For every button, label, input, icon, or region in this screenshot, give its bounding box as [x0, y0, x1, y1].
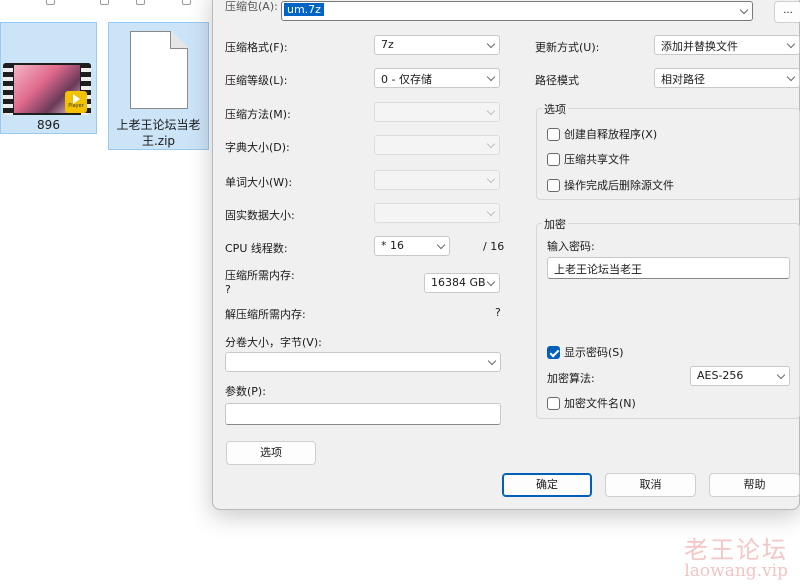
- parameters-label: 参数(P):: [225, 385, 266, 398]
- file-explorer: Player 896 上老王论坛当老王.zip: [0, 0, 212, 585]
- help-button[interactable]: 帮助: [709, 473, 800, 497]
- toolbar-icon[interactable]: [100, 0, 109, 5]
- cpu-threads-total: / 16: [483, 240, 505, 253]
- checkbox-box[interactable]: [547, 345, 560, 359]
- parameters-input[interactable]: [225, 403, 501, 425]
- cancel-button[interactable]: 取消: [605, 473, 696, 497]
- encryption-group: 加密 输入密码: 上老王论坛当老王 显示密码(S) 加密算法: AES-256 …: [536, 216, 800, 419]
- split-size-label: 分卷大小，字节(V):: [225, 336, 322, 349]
- level-select[interactable]: 0 - 仅存储: [374, 68, 500, 88]
- delete-after-checkbox[interactable]: 操作完成后删除源文件: [547, 177, 674, 193]
- browse-button[interactable]: ...: [774, 1, 800, 23]
- compress-memory-question: ?: [225, 283, 231, 296]
- decompress-memory-value: ?: [495, 306, 501, 319]
- file-name: 上老王论坛当老王.zip: [116, 118, 201, 148]
- watermark-url: laowang.vip: [684, 561, 788, 581]
- format-label: 压缩格式(F):: [225, 41, 288, 54]
- archive-path-value: um.7z: [284, 3, 324, 16]
- path-mode-select[interactable]: 相对路径: [654, 68, 800, 88]
- path-mode-label: 路径模式: [535, 74, 579, 87]
- word-size-label: 单词大小(W):: [225, 176, 293, 189]
- solid-size-select[interactable]: [374, 203, 500, 223]
- video-thumbnail: Player: [3, 63, 91, 115]
- toolbar-icon[interactable]: [182, 0, 191, 5]
- toolbar-icon[interactable]: [46, 0, 55, 5]
- file-item-zip[interactable]: 上老王论坛当老王.zip: [108, 22, 209, 150]
- compress-memory-select[interactable]: 16384 GB: [424, 273, 500, 293]
- options-button[interactable]: 选项: [226, 441, 316, 465]
- checkbox-box[interactable]: [547, 127, 560, 141]
- toolbar-icon[interactable]: [136, 0, 145, 5]
- watermark-title: 老王论坛: [684, 536, 788, 564]
- archive-label: 压缩包(A):: [225, 0, 278, 13]
- solid-size-label: 固实数据大小:: [225, 209, 295, 222]
- sfx-checkbox[interactable]: 创建自释放程序(X): [547, 126, 657, 142]
- compress-memory-label: 压缩所需内存:: [225, 269, 295, 282]
- cpu-threads-label: CPU 线程数:: [225, 242, 288, 255]
- show-password-checkbox[interactable]: 显示密码(S): [547, 344, 624, 360]
- encryption-method-select[interactable]: AES-256: [690, 366, 790, 386]
- password-label: 输入密码:: [547, 240, 595, 253]
- shared-files-checkbox[interactable]: 压缩共享文件: [547, 151, 630, 167]
- file-item-video[interactable]: Player 896: [0, 22, 97, 134]
- add-to-archive-dialog: 压缩包(A): um.7z ... 压缩格式(F): 7z 压缩等级(L): 0…: [212, 0, 800, 510]
- checkbox-box[interactable]: [547, 178, 560, 192]
- checkbox-box[interactable]: [547, 152, 560, 166]
- encryption-method-label: 加密算法:: [547, 372, 595, 385]
- update-mode-select[interactable]: 添加并替换文件: [654, 35, 800, 55]
- split-size-combo[interactable]: [225, 352, 501, 372]
- word-size-select[interactable]: [374, 170, 500, 190]
- dictionary-label: 字典大小(D):: [225, 141, 290, 154]
- ok-button[interactable]: 确定: [502, 473, 592, 497]
- encryption-group-title: 加密: [542, 216, 568, 232]
- archive-path-combo[interactable]: um.7z: [281, 1, 753, 21]
- encrypt-names-checkbox[interactable]: 加密文件名(N): [547, 395, 636, 411]
- options-group-title: 选项: [542, 101, 568, 117]
- checkbox-box[interactable]: [547, 396, 560, 410]
- method-select[interactable]: [374, 102, 500, 122]
- level-label: 压缩等级(L):: [225, 74, 288, 87]
- cpu-threads-select[interactable]: * 16: [374, 236, 450, 256]
- options-group: 选项 创建自释放程序(X) 压缩共享文件 操作完成后删除源文件: [536, 101, 800, 200]
- password-input[interactable]: 上老王论坛当老王: [547, 257, 790, 279]
- method-label: 压缩方法(M):: [225, 108, 291, 121]
- format-select[interactable]: 7z: [374, 35, 500, 55]
- file-name: 896: [37, 118, 60, 132]
- player-icon: Player: [65, 91, 87, 113]
- dictionary-select[interactable]: [374, 135, 500, 155]
- update-mode-label: 更新方式(U):: [535, 41, 600, 54]
- decompress-memory-label: 解压缩所需内存:: [225, 308, 306, 321]
